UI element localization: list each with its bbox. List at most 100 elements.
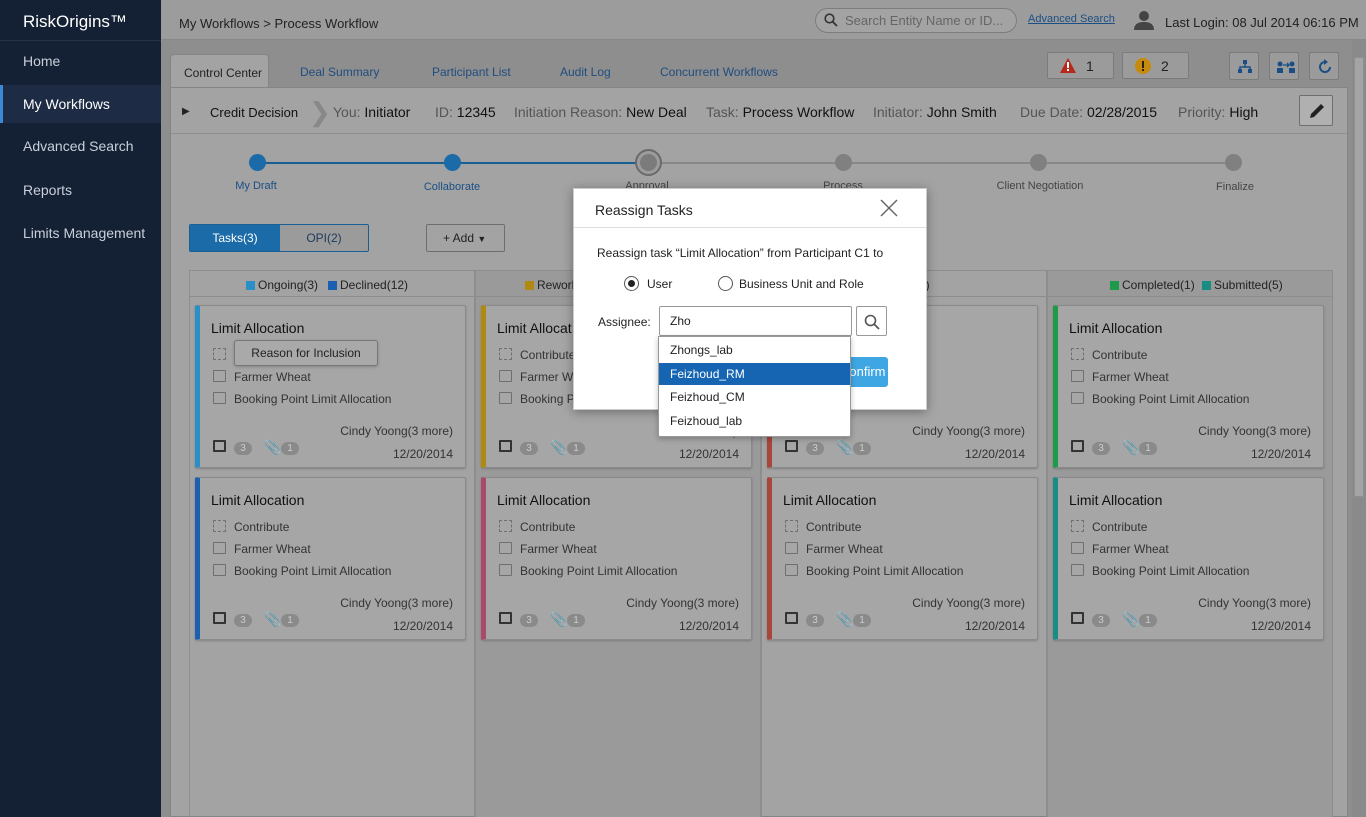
stage-label-client-negotiation: Client Negotiation [996, 180, 1084, 192]
attachment-icon[interactable]: 📎 [1122, 439, 1139, 456]
card-participants[interactable]: Cindy Yoong(3 more) [340, 596, 453, 610]
task-card[interactable]: Limit Allocation Contribute Farmer Wheat Bo… [767, 477, 1038, 640]
card-date: 12/20/2014 [678, 619, 739, 633]
card-date: 12/20/2014 [392, 619, 453, 633]
sidebar-item-my-workflows[interactable]: My Workflows [0, 85, 161, 123]
comment-icon[interactable] [499, 612, 512, 624]
close-icon[interactable] [879, 198, 899, 221]
card-participants[interactable]: Cindy Yoong(3 more) [1198, 596, 1311, 610]
warning-counter[interactable]: 2 [1122, 52, 1189, 79]
search-input[interactable]: Search Entity Name or ID... [815, 8, 1017, 33]
stage-dot-collaborate [444, 154, 461, 171]
comment-icon[interactable] [499, 440, 512, 452]
column-header: Ongoing(3) Declined(12) [190, 271, 474, 297]
refresh-button[interactable] [1309, 52, 1339, 80]
card-booking: Booking P [520, 392, 575, 406]
refresh-icon [1319, 59, 1331, 73]
card-participants[interactable]: Cindy Yoong(3 more) [340, 424, 453, 438]
sidebar-item-home[interactable]: Home [0, 42, 161, 80]
error-counter[interactable]: 1 [1047, 52, 1114, 79]
card-participants[interactable]: Cindy Yoong(3 more) [1198, 424, 1311, 438]
attachment-count: 1 [567, 442, 585, 455]
comment-count: 3 [520, 442, 538, 455]
stage-dot-my-draft [249, 154, 266, 171]
card-participants[interactable]: Cindy Yoong(3 more) [626, 596, 739, 610]
task-card[interactable]: Limit Allocation Contribute Farmer Wheat Bo… [481, 477, 752, 640]
legend-completed: Completed(1) [1110, 278, 1195, 292]
attachment-icon[interactable]: 📎 [1122, 611, 1139, 628]
sidebar-item-limits-management[interactable]: Limits Management [0, 214, 161, 252]
contribute-icon [1071, 348, 1084, 360]
tab-deal-summary[interactable]: Deal Summary [300, 65, 379, 79]
legend-ongoing: Ongoing(3) [246, 278, 318, 292]
stage-label-finalize: Finalize [1216, 181, 1254, 193]
attachment-icon[interactable]: 📎 [264, 611, 281, 628]
legend-submitted: Submitted(5) [1202, 278, 1283, 292]
task-card[interactable]: Limit Allocation Contribute Farmer Wheat Bo… [195, 477, 466, 640]
opi-toggle-button[interactable]: OPI(2) [280, 225, 368, 251]
legend-label: Rework [537, 278, 578, 292]
credit-decision-bar: ▶ Credit Decision ❯ You: Initiator ID: 1… [171, 88, 1347, 134]
radio-user[interactable] [624, 276, 639, 291]
card-party: Farmer Wheat [1092, 370, 1169, 384]
attachment-icon[interactable]: 📎 [550, 439, 567, 456]
reassign-button[interactable] [1269, 52, 1299, 80]
tab-control-center[interactable]: Control Center [170, 54, 269, 87]
party-icon [213, 542, 226, 554]
attachment-icon[interactable]: 📎 [550, 611, 567, 628]
pencil-icon [1310, 104, 1324, 118]
user-icon[interactable] [1134, 10, 1154, 33]
card-party: Farmer W [520, 370, 574, 384]
hierarchy-button[interactable] [1229, 52, 1259, 80]
stage-dot-process [835, 154, 852, 171]
comment-count: 3 [806, 614, 824, 627]
add-button[interactable]: + Add ▼ [426, 224, 505, 252]
card-booking: Booking Point Limit Allocation [234, 392, 392, 406]
card-date: 12/20/2014 [1250, 447, 1311, 461]
tab-audit-log[interactable]: Audit Log [560, 65, 611, 79]
task-card[interactable]: Limit Allocation Farmer Wheat Booking Poin… [195, 305, 466, 468]
scrollbar[interactable] [1352, 40, 1366, 817]
card-role: Contribute [520, 520, 576, 534]
advanced-search-link[interactable]: Advanced Search [1028, 13, 1115, 25]
task-card[interactable]: Limit Allocation Contribute Farmer Wheat Bo… [1053, 305, 1324, 468]
tab-concurrent-workflows[interactable]: Concurrent Workflows [660, 65, 778, 79]
assignee-search-button[interactable] [856, 306, 887, 336]
error-icon [1060, 58, 1076, 76]
scrollbar-thumb[interactable] [1354, 57, 1364, 497]
assignee-input[interactable] [659, 306, 852, 336]
attachment-icon[interactable]: 📎 [836, 611, 853, 628]
suggestion-item-selected[interactable]: Feizhoud_RM [659, 363, 850, 385]
comment-icon[interactable] [785, 440, 798, 452]
radio-business-unit-role[interactable] [718, 276, 733, 291]
booking-icon [499, 564, 512, 576]
sidebar-item-reports[interactable]: Reports [0, 171, 161, 209]
suggestion-item[interactable]: Feizhoud_lab [659, 410, 850, 432]
card-title: Limit Allocation [1069, 492, 1163, 508]
card-title: Limit Allocation [211, 320, 305, 336]
tasks-toggle-button[interactable]: Tasks(3) [190, 225, 280, 251]
comment-icon[interactable] [1071, 612, 1084, 624]
card-party: Farmer Wheat [1092, 542, 1169, 556]
priority-label: Priority: [1178, 104, 1226, 120]
attachment-icon[interactable]: 📎 [836, 439, 853, 456]
card-participants[interactable]: Cindy Yoong(3 more) [912, 424, 1025, 438]
suggestion-item[interactable]: Feizhoud_CM [659, 386, 850, 408]
card-title: Limit Allocation [211, 492, 305, 508]
top-bar: My Workflows > Process Workflow Search E… [161, 0, 1366, 40]
error-count: 1 [1086, 58, 1094, 74]
task-card[interactable]: Limit Allocation Contribute Farmer Wheat Bo… [1053, 477, 1324, 640]
tab-participant-list[interactable]: Participant List [432, 65, 511, 79]
suggestion-item[interactable]: Zhongs_lab [659, 339, 850, 361]
comment-icon[interactable] [1071, 440, 1084, 452]
comment-icon[interactable] [213, 612, 226, 624]
booking-icon [1071, 392, 1084, 404]
expand-arrow-icon[interactable]: ▶ [182, 106, 190, 117]
sidebar-item-advanced-search[interactable]: Advanced Search [0, 127, 161, 165]
comment-icon[interactable] [785, 612, 798, 624]
card-participants[interactable]: Cindy Yoong(3 more) [912, 596, 1025, 610]
edit-button[interactable] [1299, 95, 1333, 126]
comment-icon[interactable] [213, 440, 226, 452]
attachment-icon[interactable]: 📎 [264, 439, 281, 456]
party-icon [1071, 370, 1084, 382]
